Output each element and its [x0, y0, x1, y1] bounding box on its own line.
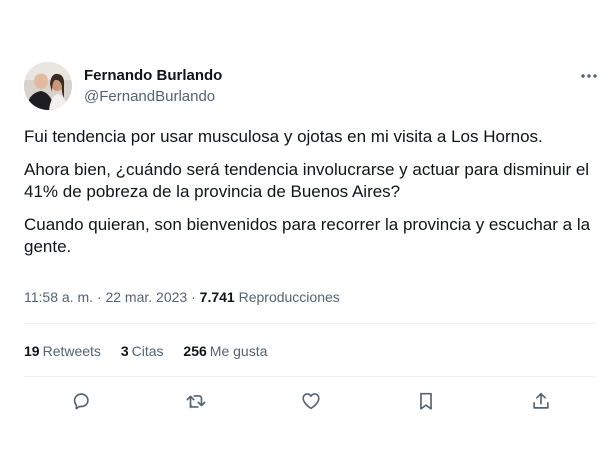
quotes-stat[interactable]: 3 Citas	[121, 343, 164, 359]
tweet-date[interactable]: 22 mar. 2023	[105, 289, 187, 305]
heart-icon	[302, 393, 320, 410]
reply-icon	[73, 393, 89, 410]
retweet-icon	[186, 395, 206, 409]
views-count: 7.741	[199, 289, 235, 305]
retweets-count: 19	[24, 343, 40, 359]
retweets-label: Retweets	[42, 343, 101, 359]
meta-separator: ·	[96, 289, 102, 305]
tweet-paragraph: Cuando quieran, son bienvenidos para rec…	[24, 215, 591, 256]
tweet-card: Fernando Burlando @FernandBurlando Fui t…	[0, 0, 610, 458]
quotes-count: 3	[120, 343, 129, 359]
quotes-label: Citas	[131, 343, 164, 359]
like-button[interactable]	[298, 388, 324, 414]
share-icon	[533, 392, 549, 409]
tweet-text: Fui tendencia por usar musculosa y ojota…	[24, 126, 596, 269]
tweet-paragraph: Ahora bien, ¿cuándo será tendencia invol…	[24, 160, 590, 201]
tweet-meta: 11:58 a. m. · 22 mar. 2023 · 7.741 Repro…	[24, 288, 340, 306]
divider	[24, 376, 596, 377]
author-name[interactable]: Fernando Burlando	[84, 67, 222, 85]
more-horizontal-icon	[581, 74, 597, 78]
meta-separator: ·	[191, 289, 196, 305]
views-label: Reproducciones	[238, 289, 340, 305]
share-button[interactable]	[528, 388, 554, 414]
avatar[interactable]	[24, 62, 72, 110]
bookmark-icon	[420, 392, 432, 410]
bookmark-button[interactable]	[413, 388, 439, 414]
author-handle[interactable]: @FernandBurlando	[84, 88, 215, 106]
tweet-paragraph: Fui tendencia por usar musculosa y ojota…	[24, 127, 543, 146]
retweets-stat[interactable]: 19 Retweets	[24, 343, 101, 359]
likes-count: 256	[183, 343, 207, 359]
reply-button[interactable]	[68, 388, 94, 414]
more-options-button[interactable]	[578, 66, 600, 86]
tweet-time[interactable]: 11:58 a. m.	[24, 289, 93, 305]
likes-stat[interactable]: 256 Me gusta	[183, 343, 267, 359]
divider	[24, 323, 596, 324]
likes-label: Me gusta	[209, 343, 268, 359]
avatar-image	[24, 62, 72, 110]
tweet-stats: 19 Retweets 3 Citas 256 Me gusta	[24, 342, 283, 360]
retweet-button[interactable]	[183, 388, 209, 414]
